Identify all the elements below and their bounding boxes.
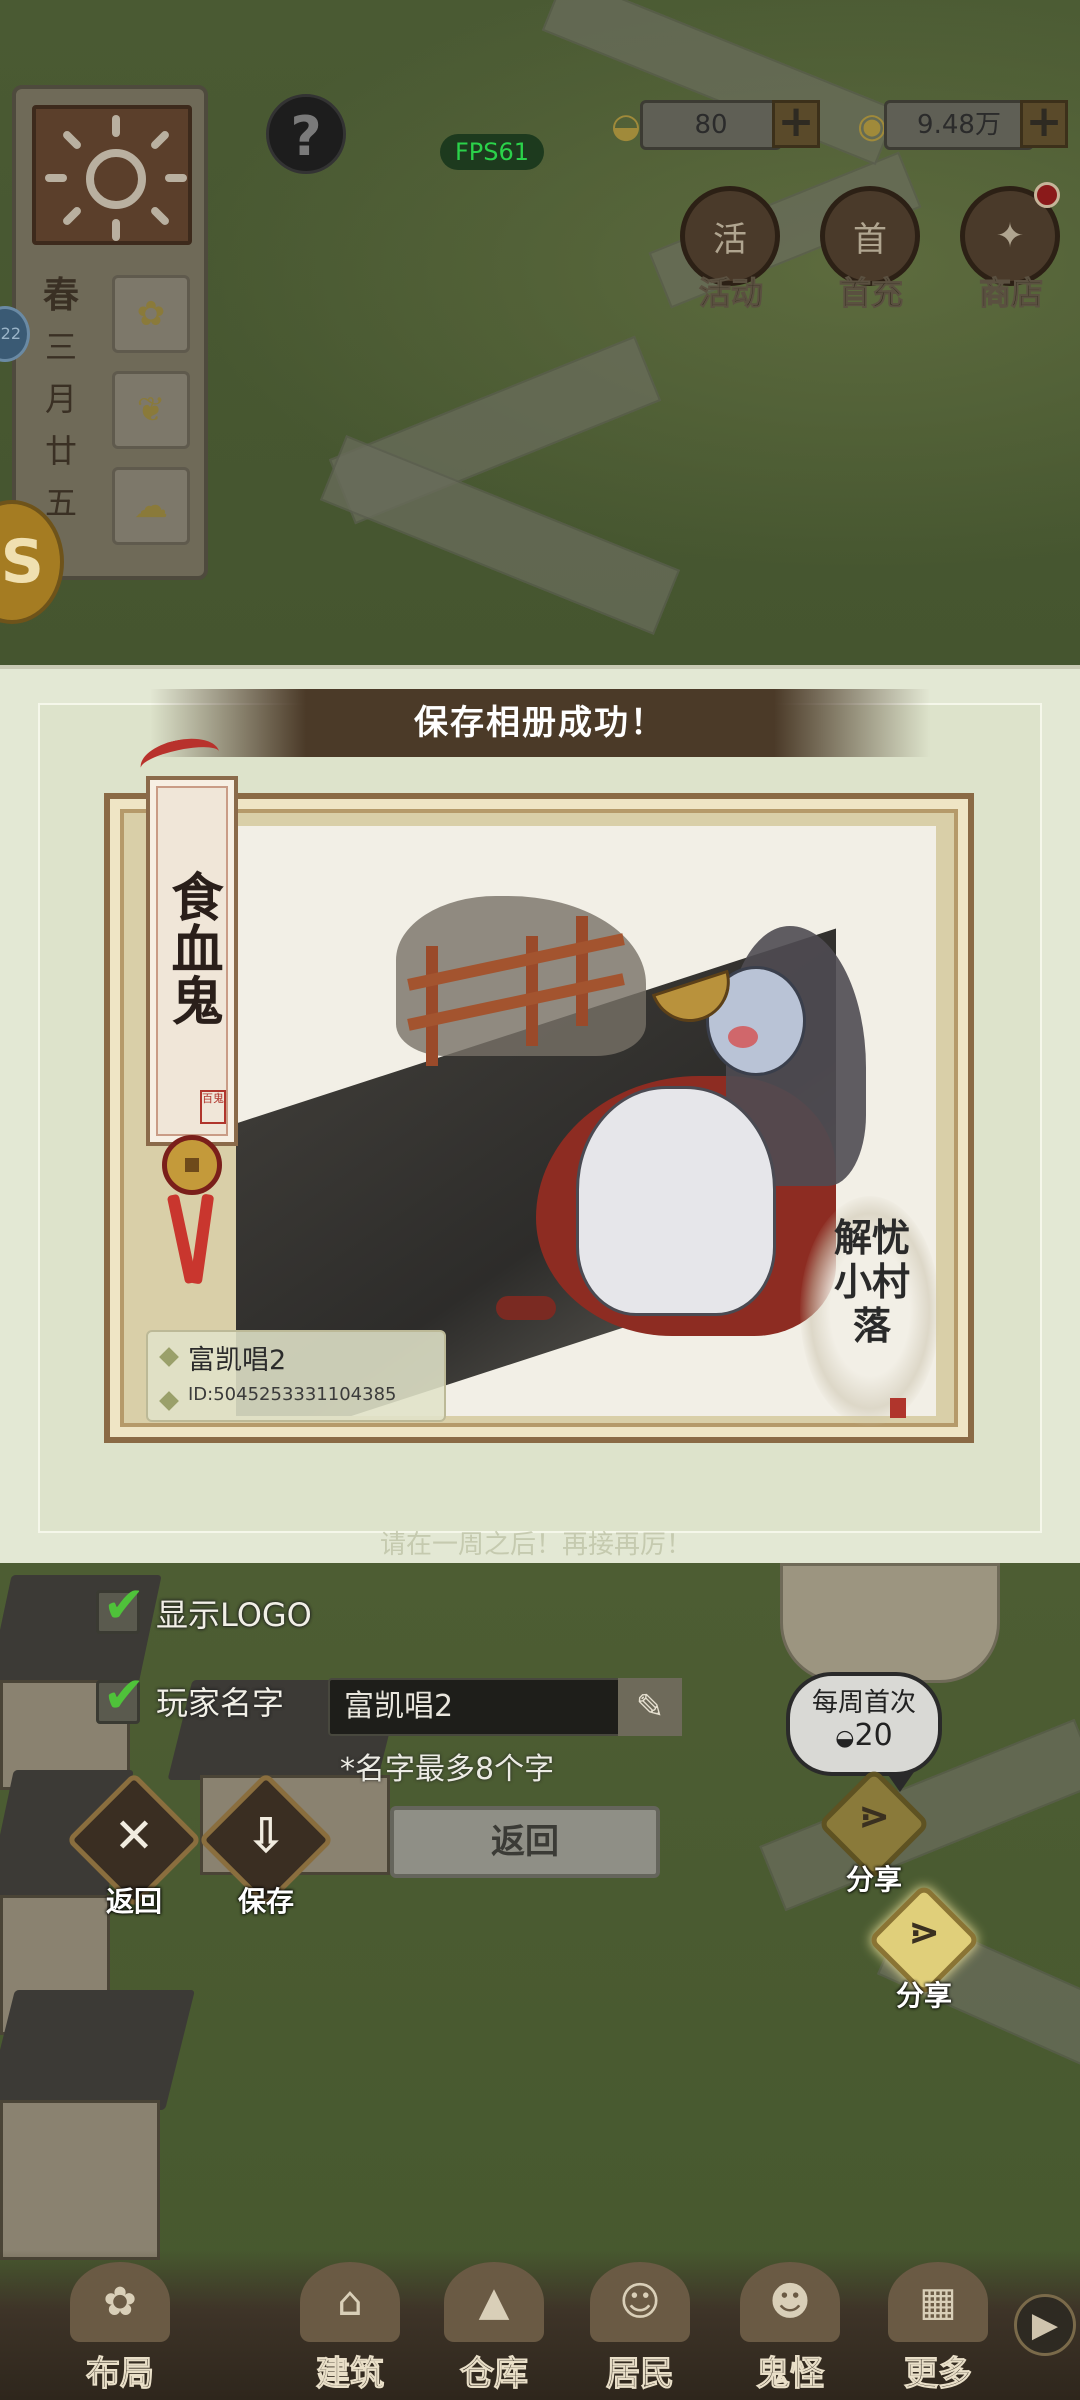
shop-button-label[interactable]: 商店 xyxy=(946,268,1076,314)
plate-player-id: ID:5045253331104385 xyxy=(188,1384,397,1405)
silver-ingot-icon: ◒ xyxy=(835,1726,855,1751)
event-button-label[interactable]: 活动 xyxy=(666,268,796,314)
diamond-bullet xyxy=(159,1347,179,1367)
layout-icon: ✿ xyxy=(70,2262,170,2342)
weather-sun-icon xyxy=(32,105,192,245)
nav-residents-label: 居民 xyxy=(606,2354,675,2395)
download-icon: ⇩ xyxy=(245,1808,287,1864)
ghost-icon: ☻ xyxy=(740,2262,840,2342)
nav-building[interactable]: ⌂ 建筑 xyxy=(280,2262,420,2400)
share-icon: ⋗ xyxy=(908,1910,940,1954)
ghost-cheek xyxy=(728,1026,758,1048)
save-success-title: 保存相册成功！ xyxy=(150,689,930,757)
check-icon: ✔ xyxy=(103,1666,145,1724)
house-roof xyxy=(0,1990,195,2110)
plate-player-name: 富凯唱2 xyxy=(188,1345,287,1376)
nav-ghosts-label: 鬼怪 xyxy=(756,2354,825,2395)
save-label[interactable]: 保存 xyxy=(201,1880,331,1920)
seal-tag: 百鬼 xyxy=(200,1090,226,1124)
season-label: 春 xyxy=(42,274,79,316)
crop-corn-icon: ✿ xyxy=(112,275,190,353)
ghost-shoe xyxy=(496,1296,556,1320)
copper-counter: 9.48万 xyxy=(884,100,1034,150)
resident-icon: ☺ xyxy=(590,2262,690,2342)
warehouse-icon: ▲ xyxy=(444,2262,544,2342)
help-button[interactable]: ? xyxy=(266,94,346,174)
game-logo: 解忧小村落 xyxy=(800,1196,940,1426)
game-logo-text: 解忧小村落 xyxy=(833,1215,910,1348)
weekly-first-title: 每周首次 xyxy=(811,1688,916,1718)
add-copper-button[interactable]: + xyxy=(1020,100,1068,148)
name-length-hint: *名字最多8个字 xyxy=(340,1752,555,1787)
more-icon: ▦ xyxy=(888,2262,988,2342)
logo-seal-icon xyxy=(890,1398,906,1418)
weekly-reward-amount: ◒20 xyxy=(790,1718,938,1757)
nav-more[interactable]: ▦ 更多 xyxy=(868,2262,1008,2400)
fps-counter: FPS61 xyxy=(440,134,544,170)
gate-post xyxy=(576,916,588,1026)
share-icon: ⋗ xyxy=(858,1794,890,1838)
character-name-scroll: 食血鬼 百鬼 xyxy=(146,776,238,1146)
nav-warehouse-label: 仓库 xyxy=(460,2354,529,2395)
nav-layout[interactable]: ✿ 布局 xyxy=(50,2262,190,2400)
nav-layout-label: 布局 xyxy=(86,2354,155,2395)
player-name-label: 玩家名字 xyxy=(156,1684,285,1722)
date-char: 三 xyxy=(44,328,77,366)
edit-brush-icon[interactable]: ✎ xyxy=(618,1678,682,1736)
add-silver-button[interactable]: + xyxy=(772,100,820,148)
building-icon: ⌂ xyxy=(300,2262,400,2342)
character-name: 食血鬼 xyxy=(162,870,223,1026)
close-x-icon: ✕ xyxy=(113,1808,155,1864)
nav-more-label: 更多 xyxy=(904,2354,973,2395)
first-recharge-button-label[interactable]: 首充 xyxy=(806,268,936,314)
tassel-coin-icon xyxy=(162,1135,222,1195)
check-icon: ✔ xyxy=(103,1576,145,1634)
crop-cloud-icon: ☁ xyxy=(112,467,190,545)
date-char: 廿 xyxy=(44,432,77,470)
nav-ghosts[interactable]: ☻ 鬼怪 xyxy=(720,2262,860,2400)
nav-residents[interactable]: ☺ 居民 xyxy=(570,2262,710,2400)
date-char: 月 xyxy=(44,380,77,418)
crop-wheat-icon: ❦ xyxy=(112,371,190,449)
back-button[interactable]: 返回 xyxy=(390,1806,660,1878)
house xyxy=(0,2100,160,2260)
diamond-bullet xyxy=(159,1391,179,1411)
show-logo-label: 显示LOGO xyxy=(156,1596,312,1634)
paper-scroll xyxy=(780,1563,1000,1683)
player-name-plate: 富凯唱2 ID:5045253331104385 xyxy=(146,1330,446,1422)
notification-dot xyxy=(1034,182,1060,208)
nav-next-arrow-icon[interactable]: ▶ xyxy=(1014,2294,1076,2356)
reward-value: 20 xyxy=(854,1718,893,1753)
nav-warehouse[interactable]: ▲ 仓库 xyxy=(424,2262,564,2400)
faded-hint-text: 请在一周之后！再接再厉！ xyxy=(380,1530,693,1560)
gate-post xyxy=(426,946,438,1066)
ghost-body xyxy=(576,1086,776,1316)
calendar-panel[interactable]: 春 三 月 廿 五 ✿ ❦ ☁ xyxy=(12,85,208,580)
silver-counter: 80 xyxy=(640,100,782,150)
share-label-2[interactable]: 分享 xyxy=(864,1974,984,2014)
season-date: 春 三 月 廿 五 xyxy=(36,269,86,529)
return-label[interactable]: 返回 xyxy=(69,1880,199,1920)
weekly-reward-bubble: 每周首次 ◒20 xyxy=(786,1672,942,1792)
show-logo-checkbox[interactable]: ✔ xyxy=(96,1576,145,1634)
player-name-checkbox[interactable]: ✔ xyxy=(96,1666,145,1724)
nav-building-label: 建筑 xyxy=(316,2354,385,2395)
